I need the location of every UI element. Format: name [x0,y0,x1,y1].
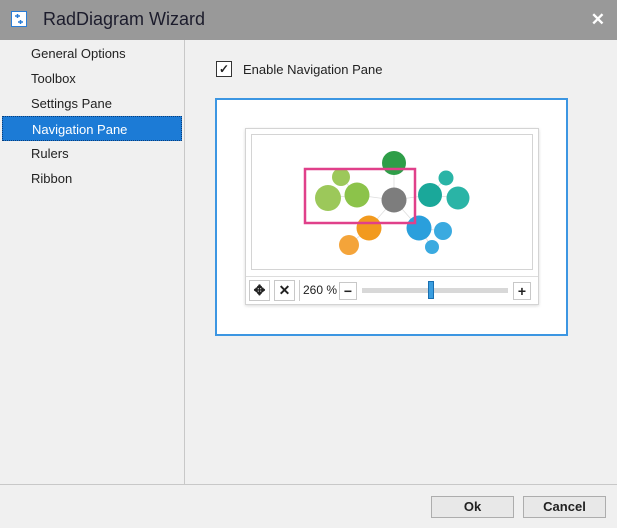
ok-button[interactable]: Ok [431,496,514,518]
cancel-button[interactable]: Cancel [523,496,606,518]
sidebar-item-rulers[interactable]: Rulers [0,141,184,166]
sidebar-item-general-options[interactable]: General Options [0,41,184,66]
node-circle [418,183,442,207]
checkbox-label: Enable Navigation Pane [243,61,383,77]
enable-navigation-pane-checkbox[interactable]: ✓ Enable Navigation Pane [216,61,383,77]
zoom-slider-thumb[interactable] [427,281,434,299]
node-circle [446,186,470,210]
zoom-out-button[interactable]: − [339,282,357,300]
sidebar-item-navigation-pane[interactable]: Navigation Pane [2,116,182,141]
node-circle [315,185,341,211]
zoom-level: 260 % [303,283,338,297]
checkbox[interactable]: ✓ [216,61,232,77]
node-circle [344,182,370,208]
sidebar-item-ribbon[interactable]: Ribbon [0,166,184,191]
close-icon: ✕ [278,282,291,298]
toolbar-divider [246,276,538,277]
toolbar-separator [299,280,300,301]
node-circle [356,215,382,241]
diagram-thumbnail[interactable] [251,134,533,270]
app-icon [11,11,27,27]
node-circle [434,222,452,240]
close-icon[interactable]: ✕ [591,10,605,30]
node-circle [425,240,439,254]
node-circle [381,187,407,213]
diagram-svg [303,151,470,255]
close-pane-button[interactable]: ✕ [274,280,295,301]
node-circle [339,235,359,255]
sidebar: General Options Toolbox Settings Pane Na… [0,40,185,484]
window-title: RadDiagram Wizard [43,9,206,29]
sidebar-item-toolbox[interactable]: Toolbox [0,66,184,91]
sidebar-item-settings-pane[interactable]: Settings Pane [0,91,184,116]
zoom-slider-track[interactable] [362,288,508,293]
title-bar: RadDiagram Wizard ✕ [0,0,617,40]
node-circle [382,151,406,175]
node-circle [332,168,350,186]
node-circle [406,215,432,241]
zoom-in-button[interactable]: + [513,282,531,300]
move-icon: ✥ [253,282,266,298]
pan-button[interactable]: ✥ [249,280,270,301]
node-circle [438,170,454,186]
